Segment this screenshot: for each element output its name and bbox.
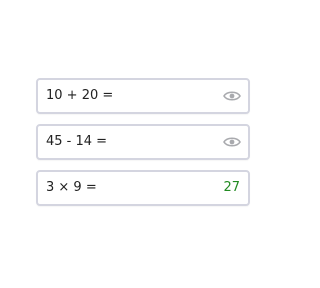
eye-icon [223, 137, 241, 147]
answer-value: 27 [223, 180, 240, 195]
problem-card: 3 × 9 = 27 [36, 170, 250, 206]
eye-icon [223, 91, 241, 101]
equation-text: 45 - 14 = [46, 134, 108, 149]
problem-card: 45 - 14 = [36, 124, 250, 160]
reveal-answer-button[interactable] [222, 133, 242, 151]
equation-text: 10 + 20 = [46, 88, 114, 103]
equation-text: 3 × 9 = [46, 180, 97, 195]
reveal-answer-button[interactable] [222, 87, 242, 105]
problem-card: 10 + 20 = [36, 78, 250, 114]
